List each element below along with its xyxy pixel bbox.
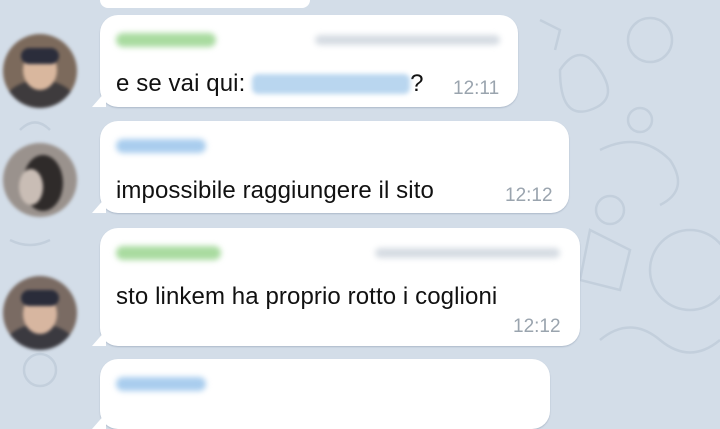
bubble-tail: [92, 413, 106, 429]
message-timestamp: 12:12: [513, 316, 561, 337]
message-bubble[interactable]: impossibile raggiungere il sito 12:12: [92, 121, 569, 213]
bubble-tail: [92, 330, 106, 346]
avatar-person-icon: [3, 143, 77, 217]
message-text-part: ?: [410, 70, 424, 97]
message-text-part: e se vai qui:: [116, 70, 253, 97]
bubble-tail: [92, 197, 106, 213]
message-link[interactable]: [252, 74, 411, 94]
message-bubble-previous: [100, 0, 310, 8]
message-timestamp: 12:12: [505, 185, 553, 206]
message-bubble[interactable]: [92, 359, 550, 429]
message-bubble[interactable]: e se vai qui: ? 12:11: [92, 15, 518, 107]
avatar-person-icon: [3, 34, 77, 108]
avatar-person-icon: [3, 276, 77, 350]
message-text: impossibile raggiungere il sito: [116, 177, 434, 204]
message-text: e se vai qui: ?: [116, 70, 424, 98]
sender-name[interactable]: [116, 246, 221, 260]
sender-name[interactable]: [116, 377, 206, 391]
message-timestamp: 12:11: [453, 78, 500, 99]
bubble-tail: [92, 91, 106, 107]
avatar[interactable]: [3, 276, 77, 350]
sender-name[interactable]: [116, 33, 216, 47]
sender-name[interactable]: [116, 139, 206, 153]
avatar[interactable]: [3, 34, 77, 108]
forwarded-info: [315, 35, 500, 45]
message-bubble[interactable]: sto linkem ha proprio rotto i coglioni 1…: [92, 228, 580, 346]
message-text: sto linkem ha proprio rotto i coglioni: [116, 283, 498, 310]
avatar[interactable]: [3, 143, 77, 217]
forwarded-info: [375, 248, 560, 258]
